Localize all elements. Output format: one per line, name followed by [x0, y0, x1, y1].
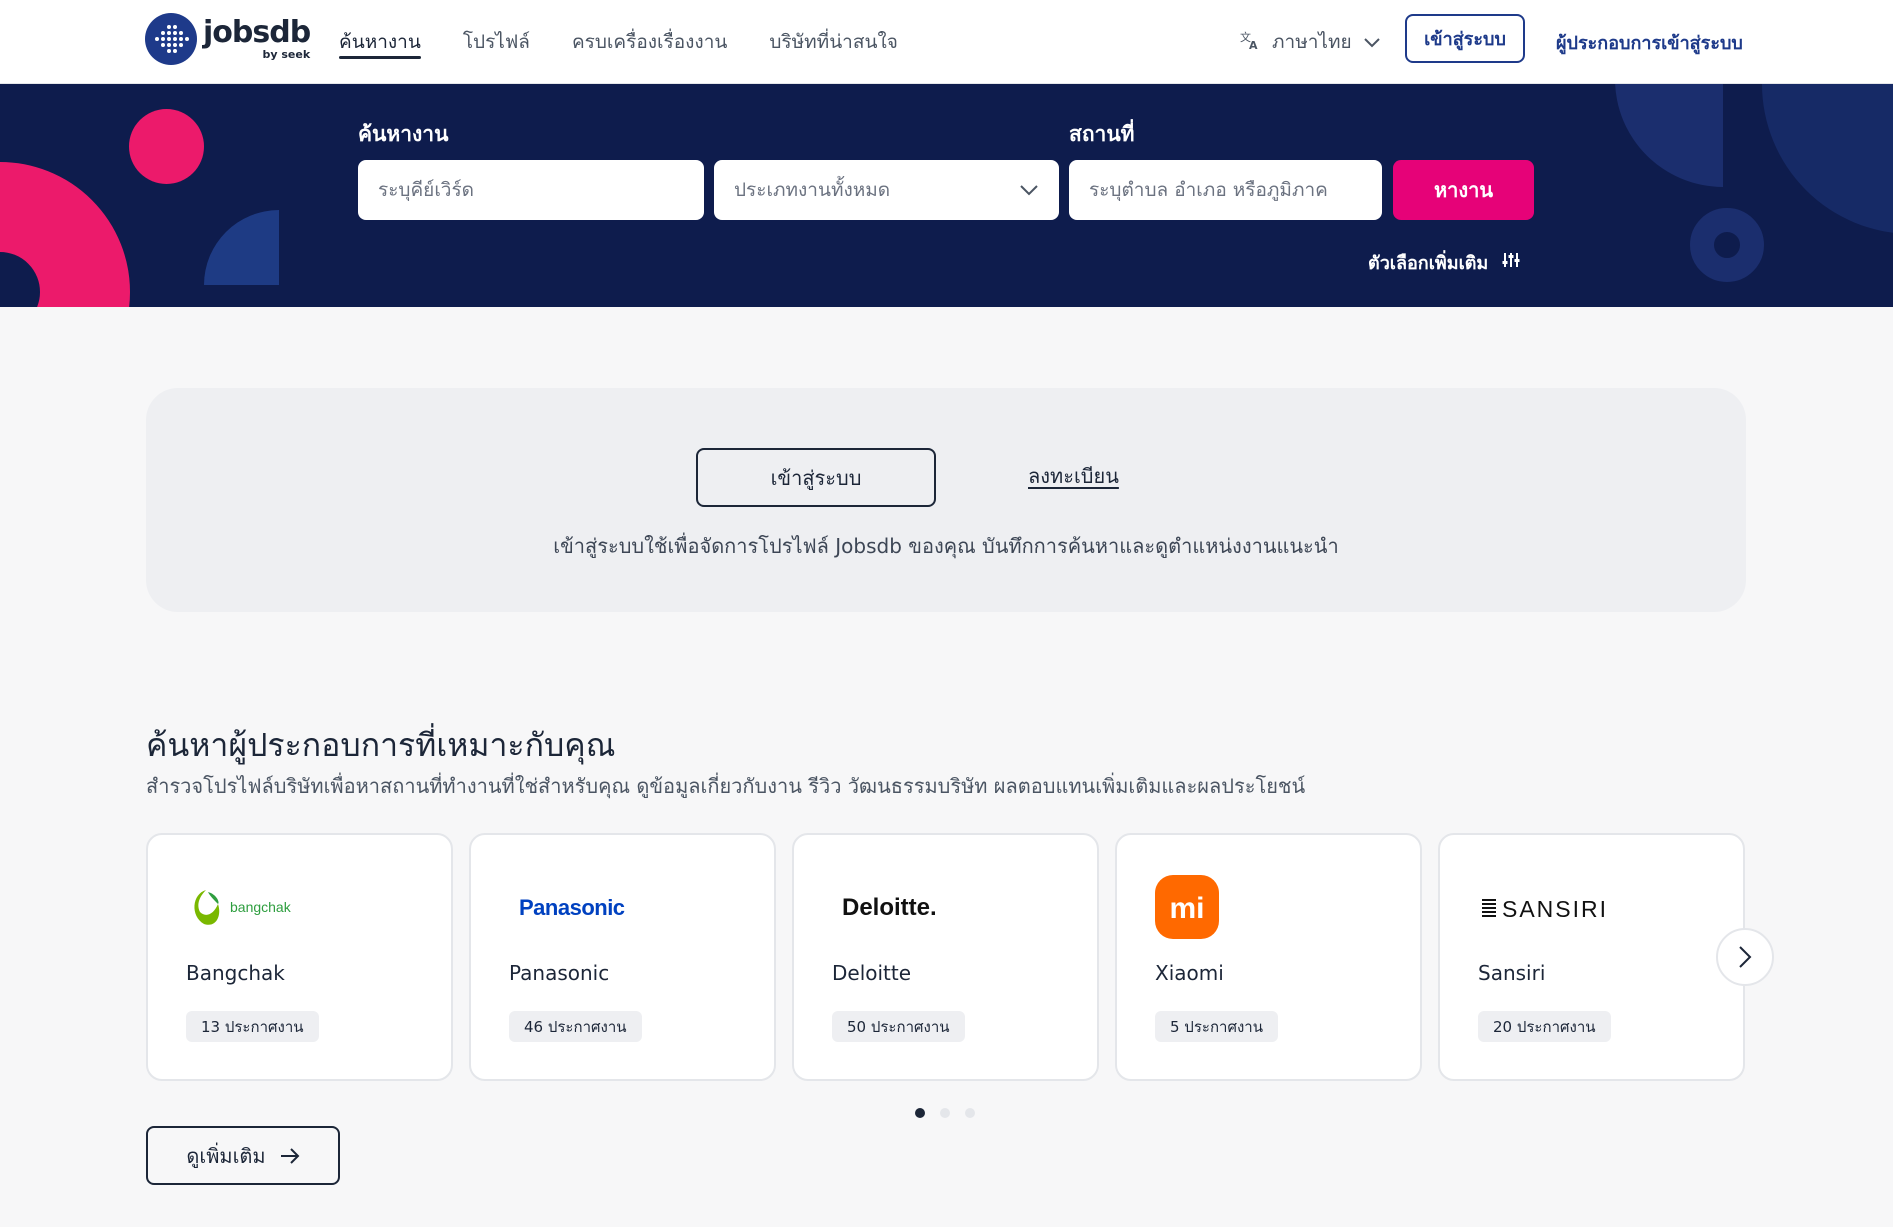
logo-mark-icon — [145, 13, 197, 65]
keyword-input[interactable] — [378, 179, 684, 201]
logo-wordmark: jobsdb — [203, 15, 311, 50]
job-count-badge: 13 ประกาศงาน — [186, 1011, 319, 1042]
jobsdb-logo[interactable]: jobsdb by seek — [145, 12, 311, 66]
company-name: Sansiri — [1478, 961, 1546, 985]
more-options-label: ตัวเลือกเพิ่มเติม — [1368, 252, 1489, 274]
deloitte-logo: Deloitte. — [832, 875, 962, 939]
chevron-down-icon — [1363, 31, 1380, 53]
nav-item-companies[interactable]: บริษัทที่น่าสนใจ — [769, 0, 898, 84]
keyword-field — [358, 160, 704, 220]
job-count-badge: 5 ประกาศงาน — [1155, 1011, 1278, 1042]
xiaomi-logo: mi — [1155, 875, 1219, 939]
sansiri-logo: SANSIRI — [1478, 875, 1628, 939]
translate-icon: 文A — [1240, 30, 1260, 55]
job-count-badge: 50 ประกาศงาน — [832, 1011, 965, 1042]
decorative-pink-arc — [0, 162, 130, 307]
language-selector[interactable]: 文A ภาษาไทย — [1240, 24, 1380, 60]
location-input[interactable] — [1089, 179, 1362, 201]
job-count-badge: 46 ประกาศงาน — [509, 1011, 642, 1042]
svg-text:SANSIRI: SANSIRI — [1502, 896, 1608, 922]
chevron-right-icon — [1739, 946, 1752, 968]
carousel-pagination — [915, 1108, 990, 1118]
svg-text:mi: mi — [1169, 892, 1204, 925]
job-count-badge: 20 ประกาศงาน — [1478, 1011, 1611, 1042]
main-nav: ค้นหางาน โปรไฟล์ ครบเครื่องเรื่องงาน บริ… — [339, 0, 940, 84]
svg-text:A: A — [1249, 39, 1258, 50]
filter-sliders-icon — [1488, 251, 1520, 274]
location-field — [1069, 160, 1382, 220]
see-more-label: ดูเพิ่มเติม — [186, 1143, 266, 1168]
decorative-navy-circle — [1762, 84, 1893, 234]
svg-text:Panasonic: Panasonic — [519, 895, 625, 920]
category-select[interactable]: ประเภทงานทั้งหมด — [714, 160, 1059, 220]
company-card-deloitte[interactable]: Deloitte. Deloitte 50 ประกาศงาน — [792, 833, 1099, 1081]
language-label: ภาษาไทย — [1272, 31, 1352, 53]
svg-text:Deloitte.: Deloitte. — [842, 894, 937, 921]
company-name: Bangchak — [186, 961, 285, 985]
nav-item-career-advice[interactable]: ครบเครื่องเรื่องงาน — [572, 0, 727, 84]
companies-section-title: ค้นหาผู้ประกอบการที่เหมาะกับคุณ — [146, 726, 616, 764]
company-name: Xiaomi — [1155, 961, 1224, 985]
more-options-toggle[interactable]: ตัวเลือกเพิ่มเติม — [1368, 247, 1520, 277]
svg-text:bangchak: bangchak — [230, 899, 292, 915]
see-more-button[interactable]: ดูเพิ่มเติม — [146, 1126, 340, 1185]
company-card-bangchak[interactable]: bangchak Bangchak 13 ประกาศงาน — [146, 833, 453, 1081]
panasonic-logo: Panasonic — [509, 875, 639, 939]
carousel-next-button[interactable] — [1716, 928, 1774, 986]
logo-byline: by seek — [262, 48, 311, 61]
carousel-dot[interactable] — [915, 1108, 925, 1118]
login-button[interactable]: เข้าสู่ระบบ — [1405, 14, 1525, 63]
register-link[interactable]: ลงทะเบียน — [1028, 460, 1119, 492]
signin-description: เข้าสู่ระบบใช้เพื่อจัดการโปรไฟล์ Jobsdb … — [553, 534, 1339, 558]
decorative-navy-quarter — [1615, 84, 1723, 187]
carousel-dot[interactable] — [940, 1108, 950, 1118]
company-card-xiaomi[interactable]: mi Xiaomi 5 ประกาศงาน — [1115, 833, 1422, 1081]
bangchak-logo: bangchak — [186, 875, 306, 939]
carousel-dot[interactable] — [965, 1108, 975, 1118]
location-label: สถานที่ — [1069, 122, 1135, 146]
category-selected-value: ประเภทงานทั้งหมด — [734, 179, 891, 201]
company-card-panasonic[interactable]: Panasonic Panasonic 46 ประกาศงาน — [469, 833, 776, 1081]
top-navigation-bar: jobsdb by seek ค้นหางาน โปรไฟล์ ครบเครื่… — [0, 0, 1893, 84]
decorative-navy-ring — [1690, 208, 1764, 282]
signin-panel — [146, 388, 1746, 612]
company-name: Deloitte — [832, 961, 912, 985]
decorative-pink-circle — [129, 109, 204, 184]
signin-button[interactable]: เข้าสู่ระบบ — [696, 448, 936, 507]
nav-item-job-search[interactable]: ค้นหางาน — [339, 0, 421, 84]
chevron-down-icon — [1019, 180, 1039, 205]
nav-item-profile[interactable]: โปรไฟล์ — [463, 0, 530, 84]
job-search-label: ค้นหางาน — [358, 122, 449, 146]
arrow-right-icon — [280, 1147, 300, 1164]
company-name: Panasonic — [509, 961, 610, 985]
search-button[interactable]: หางาน — [1393, 160, 1534, 220]
employer-login-link[interactable]: ผู้ประกอบการเข้าสู่ระบบ — [1556, 24, 1743, 60]
search-hero: ค้นหางาน สถานที่ ประเภทงานทั้งหมด หางาน … — [0, 84, 1893, 307]
decorative-blue-quarter — [204, 210, 279, 285]
company-card-sansiri[interactable]: SANSIRI Sansiri 20 ประกาศงาน — [1438, 833, 1745, 1081]
companies-section-subtitle: สำรวจโปรไฟล์บริษัทเพื่อหาสถานที่ทำงานที่… — [146, 774, 1306, 798]
